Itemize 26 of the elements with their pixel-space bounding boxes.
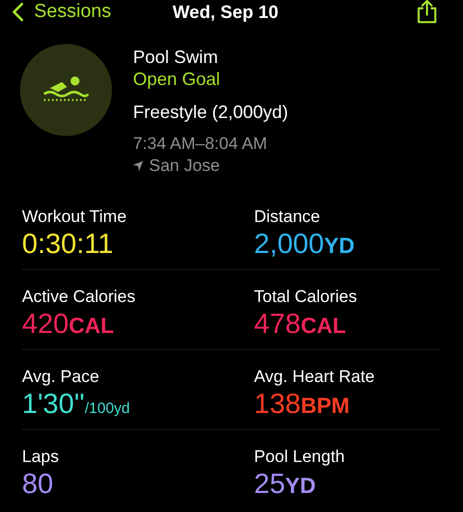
metric-label: Pool Length [254,446,345,467]
activity-name: Pool Swim [133,46,220,68]
metric-label: Avg. Pace [22,366,100,387]
share-icon[interactable] [415,0,439,24]
metric-value: 2,000YD [254,228,355,261]
nav-title: Wed, Sep 10 [172,1,278,23]
metric-label: Distance [254,206,320,227]
metric-label: Active Calories [22,286,136,307]
metric-value: 25YD [254,468,316,501]
metric-value: 138BPM [254,388,350,421]
metric-value: 478CAL [254,308,346,341]
metric-label: Avg. Heart Rate [254,366,375,387]
metric-value: 1'30''/100yd [22,388,130,421]
location-text: San Jose [149,155,220,177]
metric-value: 420CAL [22,308,114,341]
metric-label: Total Calories [254,286,357,307]
location-arrow-icon [133,161,143,171]
metric-label: Workout Time [22,206,127,227]
goal-text: Open Goal [133,68,222,90]
metric-value: 80 [22,468,54,500]
metric-value: 0:30:11 [22,228,114,260]
metric-label: Laps [22,446,59,467]
back-button[interactable]: Sessions [12,1,112,23]
stroke-text: Freestyle (2,000yd) [133,101,288,123]
time-range: 7:34 AM–8:04 AM [133,133,268,155]
chevron-left-icon [12,2,24,22]
